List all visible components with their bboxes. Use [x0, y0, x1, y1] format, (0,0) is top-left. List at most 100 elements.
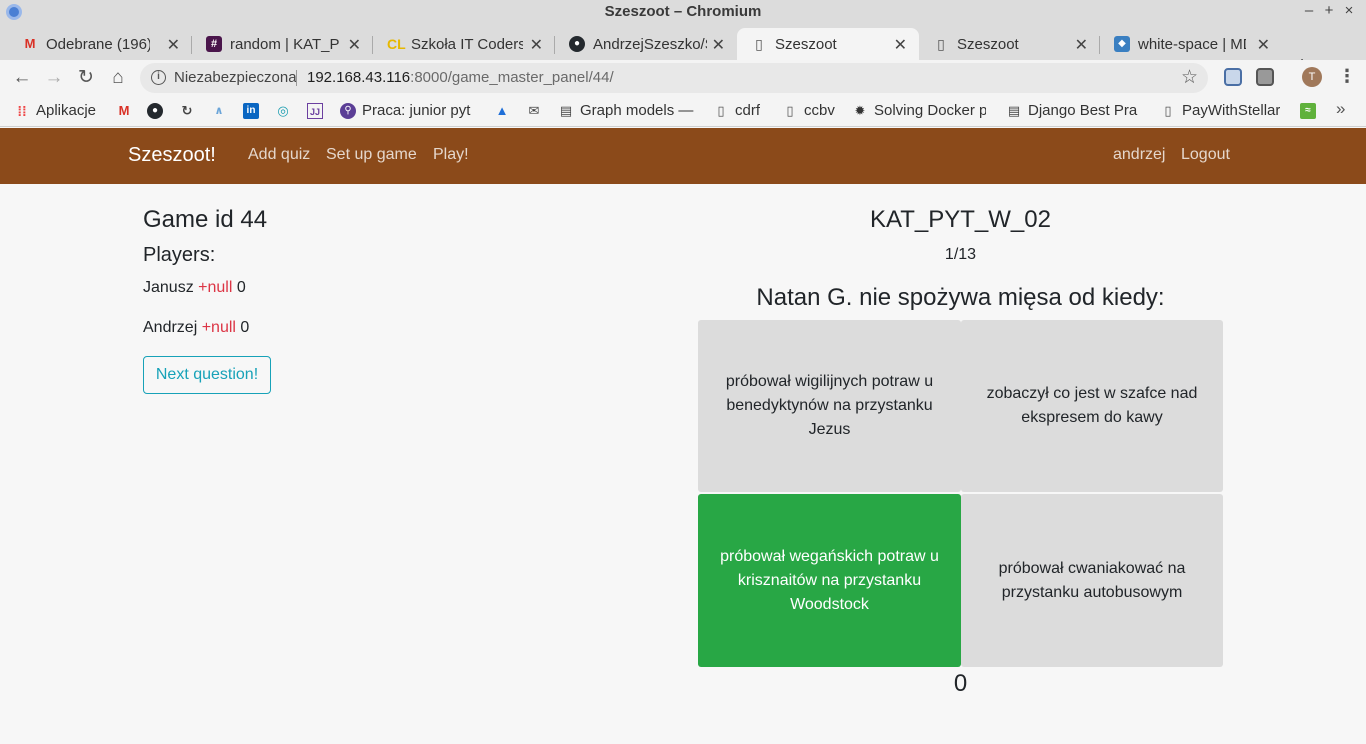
player-score: 0 — [236, 279, 246, 296]
tab-gmail[interactable]: M Odebrane (196) - ✕ — [8, 28, 192, 60]
bookmark-apps[interactable]: ⁞⁞ Aplikacje — [14, 101, 106, 121]
bookmark-gmail[interactable]: M — [116, 101, 136, 121]
bookmark-paywithstellar[interactable]: ▯ PayWithStellar — [1160, 101, 1290, 121]
apps-grid-icon: ⁞⁞ — [17, 103, 27, 119]
players-heading: Players: — [143, 244, 216, 266]
bookmark-ccbv[interactable]: ▯ ccbv — [782, 101, 840, 121]
page-icon: ▯ — [755, 36, 763, 52]
linkedin-icon: in — [243, 103, 259, 119]
bookmark-label: Praca: junior pyt — [362, 102, 471, 119]
doc-icon: ▤ — [559, 103, 573, 118]
profile-avatar[interactable]: T — [1302, 67, 1322, 87]
answer-text: próbował cwaniakować na przystanku autob… — [998, 559, 1186, 601]
mdn-icon: ◆ — [1114, 36, 1130, 52]
forward-icon[interactable]: → — [42, 66, 66, 90]
tab-label: Szeszoot — [957, 36, 1019, 53]
home-icon[interactable]: ⌂ — [106, 66, 130, 90]
bookmark-label: ccbv — [804, 102, 835, 119]
player-delta: +null — [201, 319, 236, 336]
tab-github[interactable]: ● AndrzejSzeszko/S ✕ — [555, 28, 737, 60]
extension-icon[interactable] — [1224, 68, 1242, 86]
quiz-title: KAT_PYT_W_02 — [870, 206, 1051, 233]
menu-icon[interactable]: ⋮ — [1338, 66, 1356, 87]
minimize-button[interactable]: – — [1300, 2, 1318, 19]
search-bookmark-icon: ⚲ — [340, 103, 356, 119]
github-icon: ● — [147, 103, 163, 119]
answer-tile: próbował cwaniakować na przystanku autob… — [961, 494, 1223, 667]
bookmark-graph-models[interactable]: ▤ Graph models — — [558, 101, 696, 121]
info-icon[interactable]: i — [151, 70, 166, 85]
extension-icon[interactable] — [1256, 68, 1274, 86]
close-window-button[interactable]: × — [1340, 2, 1358, 19]
answer-tile: próbował wegańskich potraw u krisznaitów… — [698, 494, 961, 667]
bookmark-atlassian[interactable]: ▲ — [494, 101, 514, 121]
tab-label: Odebrane (196) - — [46, 36, 150, 53]
bookmark-cdrf[interactable]: ▯ cdrf — [713, 101, 767, 121]
bookmark-star-icon[interactable]: ☆ — [1181, 66, 1198, 89]
player-row: Janusz +null 0 — [143, 279, 246, 297]
brand-link[interactable]: Szeszoot! — [128, 144, 216, 167]
answer-text: próbował wegańskich potraw u krisznaitów… — [720, 547, 939, 613]
nav-add-quiz[interactable]: Add quiz — [248, 146, 310, 164]
bookmarks-overflow-icon[interactable]: » — [1336, 99, 1345, 119]
stellar-icon: ≈ — [1300, 103, 1316, 119]
sync-icon: ↻ — [181, 103, 193, 118]
bookmark-stellar[interactable]: ≈ — [1300, 101, 1320, 121]
bookmark-github[interactable]: ● — [147, 101, 167, 121]
coders-lab-icon: CL — [387, 36, 406, 52]
nav-user[interactable]: andrzej — [1113, 146, 1165, 164]
tab-szeszoot[interactable]: ▯ Szeszoot ✕ — [919, 28, 1100, 60]
tab-szeszoot-active[interactable]: ▯ Szeszoot ✕ — [737, 28, 919, 60]
bookmark-linkedin[interactable]: in — [243, 101, 263, 121]
question-progress: 1/13 — [944, 246, 977, 263]
bookmark-praca[interactable]: ⚲ Praca: junior pyt — [340, 101, 478, 121]
bookmark-docker[interactable]: ✹ Solving Docker p — [852, 101, 990, 121]
page-icon: ▯ — [717, 103, 725, 118]
close-icon[interactable]: ✕ — [348, 35, 361, 55]
tab-label: white-space | MD — [1138, 36, 1246, 53]
tab-coders-lab[interactable]: CL Szkoła IT Coders ✕ — [373, 28, 555, 60]
maximize-button[interactable]: + — [1320, 2, 1338, 19]
nav-play[interactable]: Play! — [433, 146, 469, 164]
answer-count: 0 — [953, 670, 968, 697]
bookmark-wire[interactable]: ∧ — [211, 101, 231, 121]
tab-label: AndrzejSzeszko/S — [593, 36, 707, 53]
tab-slack[interactable]: # random | KAT_PY ✕ — [192, 28, 373, 60]
bookmark-jetbrains[interactable]: JJ — [307, 101, 327, 121]
url-host: 192.168.43.116 — [307, 69, 411, 86]
tab-mdn[interactable]: ◆ white-space | MD ✕ — [1100, 28, 1282, 60]
nav-logout[interactable]: Logout — [1181, 146, 1230, 164]
back-icon[interactable]: ← — [10, 66, 34, 90]
bookmark-target[interactable]: ◎ — [275, 101, 295, 121]
close-icon[interactable]: ✕ — [894, 35, 907, 55]
answer-tile: próbował wigilijnych potraw u benedyktyn… — [698, 320, 961, 492]
page-icon: ▯ — [786, 103, 794, 118]
app-navbar: Szeszoot! Add quiz Set up game Play! and… — [0, 128, 1366, 184]
player-name: Janusz — [143, 279, 194, 296]
security-label[interactable]: Niezabezpieczona — [174, 69, 297, 86]
bookmark-sync[interactable]: ↻ — [179, 101, 199, 121]
url-path: :8000/game_master_panel/44/ — [410, 69, 614, 86]
answer-text: próbował wigilijnych potraw u benedyktyn… — [725, 373, 934, 438]
close-icon[interactable]: ✕ — [1075, 35, 1088, 55]
close-icon[interactable]: ✕ — [1257, 35, 1270, 55]
close-icon[interactable]: ✕ — [530, 35, 543, 55]
next-question-button[interactable]: Next question! — [143, 356, 271, 394]
tab-label: Szkoła IT Coders — [411, 36, 523, 53]
close-icon[interactable]: ✕ — [167, 35, 180, 55]
answer-text: zobaczył co jest w szafce nad ekspresem … — [986, 385, 1198, 426]
jetbrains-icon: JJ — [307, 103, 323, 119]
nav-set-up-game[interactable]: Set up game — [326, 146, 417, 164]
slack-icon: # — [206, 36, 222, 52]
docker-icon: ✹ — [854, 103, 866, 118]
bookmark-django[interactable]: ▤ Django Best Pra — [1006, 101, 1144, 121]
address-bar[interactable]: i Niezabezpieczona 192.168.43.116:8000/g… — [140, 63, 1208, 93]
atlassian-icon: ▲ — [495, 103, 509, 118]
reload-icon[interactable]: ↻ — [74, 66, 98, 90]
url-text[interactable]: 192.168.43.116:8000/game_master_panel/44… — [307, 69, 614, 86]
bookmark-label: Solving Docker p — [874, 102, 986, 119]
bookmark-mail[interactable]: ✉ — [526, 101, 546, 121]
doc-icon: ▤ — [1007, 103, 1021, 118]
close-icon[interactable]: ✕ — [712, 35, 725, 55]
window-title: Szeszoot – Chromium — [604, 3, 762, 20]
